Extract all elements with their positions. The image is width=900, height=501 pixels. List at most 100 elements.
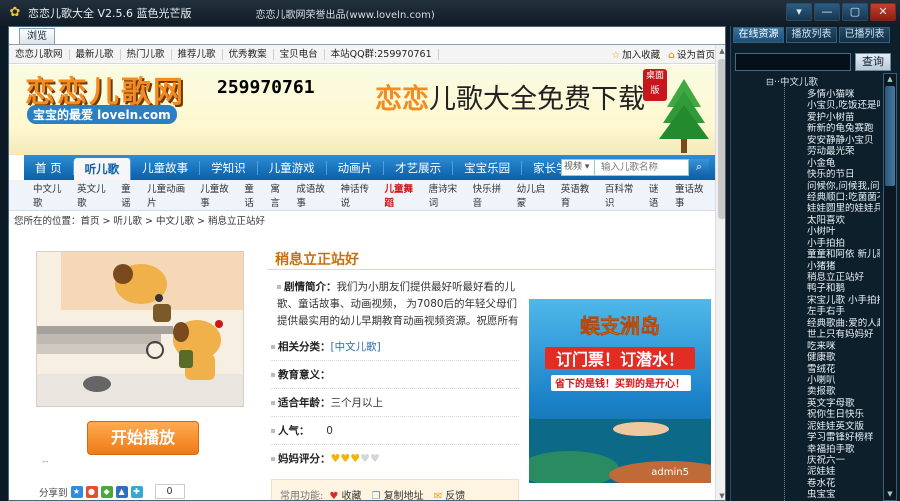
- tree-item[interactable]: 小猪猪: [731, 261, 880, 272]
- tree-item[interactable]: 小手拍拍: [731, 238, 880, 249]
- main-nav-home[interactable]: 首 页: [24, 160, 74, 175]
- tree-scroll-thumb[interactable]: [885, 86, 895, 186]
- tree-item[interactable]: 稍息立正站好: [731, 272, 880, 283]
- tree-scroll-down-icon[interactable]: ▼: [884, 489, 896, 500]
- tree-scroll-up-icon[interactable]: ▲: [884, 74, 896, 85]
- rating-star-icon[interactable]: ♥: [370, 452, 380, 465]
- rating-star-icon[interactable]: ♥: [350, 452, 360, 465]
- main-nav-cartoons[interactable]: 动画片: [327, 160, 385, 175]
- start-play-button[interactable]: 开始播放: [87, 421, 199, 455]
- sub-nav-item[interactable]: 中文儿歌: [29, 181, 73, 209]
- sub-nav-item[interactable]: 神话传说: [336, 181, 380, 209]
- copy-address-button[interactable]: ❐ 复制地址: [372, 487, 424, 501]
- tencent-share-icon[interactable]: ▲: [115, 485, 128, 498]
- sub-nav-item[interactable]: 英语教育: [557, 181, 601, 209]
- sub-nav-item[interactable]: 寓言: [266, 181, 292, 209]
- video-thumbnail[interactable]: [36, 251, 244, 407]
- set-homepage-link[interactable]: ⌂ 设为首页: [668, 47, 715, 61]
- main-nav-learn[interactable]: 学知识: [200, 160, 258, 175]
- sub-nav-item[interactable]: 儿童动画片: [143, 181, 196, 209]
- tab-online-resources[interactable]: 在线资源: [733, 27, 784, 43]
- search-type-select[interactable]: 视频 ▾: [561, 159, 595, 176]
- rating-stars[interactable]: ♥♥♥♥♥: [331, 452, 380, 465]
- renren-share-icon[interactable]: ◆: [100, 485, 113, 498]
- tree-item[interactable]: 雪绒花: [731, 364, 880, 375]
- rating-star-icon[interactable]: ♥: [331, 452, 341, 465]
- sub-nav-item[interactable]: 儿童故事: [196, 181, 240, 209]
- tab-playlist[interactable]: 播放列表: [786, 27, 837, 43]
- feedback-button[interactable]: ✉ 反馈: [434, 487, 466, 501]
- search-input[interactable]: 输入儿歌名称: [595, 159, 689, 176]
- sub-nav-item[interactable]: 英文儿歌: [73, 181, 117, 209]
- qzone-share-icon[interactable]: ★: [70, 485, 83, 498]
- sub-nav-item[interactable]: 谜语: [645, 181, 671, 209]
- tree-item[interactable]: 卖报歌: [731, 386, 880, 397]
- tree-item[interactable]: 经典歌曲:爱的人越: [731, 318, 880, 329]
- sub-nav-item-highlight[interactable]: 儿童舞蹈: [381, 181, 425, 209]
- more-share-icon[interactable]: ✚: [130, 485, 143, 498]
- query-button[interactable]: 查询: [855, 53, 891, 71]
- main-nav-games[interactable]: 儿童游戏: [258, 160, 327, 175]
- tree-item[interactable]: 健康歌: [731, 352, 880, 363]
- tree-item[interactable]: 泥娃娃: [731, 466, 880, 477]
- tree-item[interactable]: 泥娃娃英文版: [731, 421, 880, 432]
- tree-item[interactable]: 左手右手: [731, 306, 880, 317]
- add-bookmark-link[interactable]: ☆ 加入收藏: [612, 47, 661, 61]
- sub-nav-item[interactable]: 童话: [240, 181, 266, 209]
- tree-item[interactable]: 多情小猫咪: [731, 89, 880, 100]
- menu-button[interactable]: ▾: [786, 3, 812, 21]
- top-nav-item[interactable]: 恋恋儿歌网: [9, 48, 70, 60]
- top-nav-item[interactable]: 宝贝电台: [274, 48, 325, 60]
- main-nav-park[interactable]: 宝宝乐园: [453, 160, 523, 175]
- tree-item[interactable]: 学习雷锋好榜样: [731, 432, 880, 443]
- tree-item[interactable]: 经典顺口:吃菌菌不: [731, 192, 880, 203]
- tree-item[interactable]: 世上只有妈妈好: [731, 329, 880, 340]
- page-scrollbar[interactable]: ▲ ▼: [715, 45, 725, 500]
- tree-item[interactable]: 幸福拍手歌: [731, 444, 880, 455]
- category-link[interactable]: [中文儿歌]: [331, 341, 381, 353]
- title-bar[interactable]: ✿ 恋恋儿歌大全 V2.5.6 蓝色光芒版 恋恋儿歌网荣誉出品(www.love…: [0, 0, 900, 26]
- close-button[interactable]: ✕: [870, 3, 896, 21]
- tree-item[interactable]: 小宝贝,吃饭还是喝: [731, 100, 880, 111]
- sub-nav-item[interactable]: 幼儿启蒙: [513, 181, 557, 209]
- main-nav-talent[interactable]: 才艺展示: [384, 160, 454, 175]
- sub-nav-item[interactable]: 童谣: [117, 181, 143, 209]
- tree-item[interactable]: 安安静静小宝贝: [731, 135, 880, 146]
- top-nav-item[interactable]: 热门儿歌: [121, 48, 172, 60]
- scroll-up-icon[interactable]: ▲: [717, 46, 725, 56]
- sub-nav-item[interactable]: 百科常识: [601, 181, 645, 209]
- main-nav-stories[interactable]: 儿童故事: [131, 160, 201, 175]
- sub-nav-item[interactable]: 成语故事: [292, 181, 336, 209]
- scroll-down-icon[interactable]: ▼: [717, 491, 725, 500]
- main-nav-listen[interactable]: 听儿歌: [73, 158, 132, 180]
- search-icon[interactable]: ⌕: [689, 159, 709, 176]
- tree-item[interactable]: 快乐的节日: [731, 169, 880, 180]
- tree-item[interactable]: 虫宝宝: [731, 489, 880, 500]
- top-nav-item[interactable]: 最新儿歌: [70, 48, 121, 60]
- scroll-thumb[interactable]: [718, 59, 725, 219]
- rating-star-icon[interactable]: ♥: [340, 452, 350, 465]
- tree-item[interactable]: 鸭子和鹅: [731, 283, 880, 294]
- tree-item[interactable]: 娃娃圆里的娃娃兵: [731, 203, 880, 214]
- tree-item[interactable]: 爱护小树苗: [731, 112, 880, 123]
- favorite-button[interactable]: ♥ 收藏: [329, 487, 361, 501]
- maximize-button[interactable]: ▢: [842, 3, 868, 21]
- tree-item[interactable]: 童童和阿依 新儿歌: [731, 249, 880, 260]
- tree-item[interactable]: 吃来咪: [731, 341, 880, 352]
- top-nav-item[interactable]: 优秀教案: [223, 48, 274, 60]
- sub-nav-item[interactable]: 童话故事: [671, 181, 715, 209]
- tree-item[interactable]: 庆祝六一: [731, 455, 880, 466]
- tree-item[interactable]: 卷水花: [731, 478, 880, 489]
- tree-item[interactable]: 小金龟: [731, 158, 880, 169]
- tree-item[interactable]: 问候你,问候我,问候: [731, 181, 880, 192]
- tree-root[interactable]: ⊟··中文儿歌: [731, 77, 880, 89]
- resource-search-input[interactable]: [735, 53, 851, 71]
- tree-item[interactable]: 小喇叭: [731, 375, 880, 386]
- rating-star-icon[interactable]: ♥: [360, 452, 370, 465]
- tree-item[interactable]: 新新的龟兔赛跑: [731, 123, 880, 134]
- ad-banner[interactable]: admin5 蜈支洲岛 订门票！订潜水！ 省下的是钱！买到的是开心！: [529, 299, 711, 483]
- tree-item[interactable]: 宋宝儿歌 小手拍拍: [731, 295, 880, 306]
- top-nav-item[interactable]: 推荐儿歌: [172, 48, 223, 60]
- browser-tab[interactable]: 浏览: [19, 28, 55, 44]
- tree-item[interactable]: 英文字母歌: [731, 398, 880, 409]
